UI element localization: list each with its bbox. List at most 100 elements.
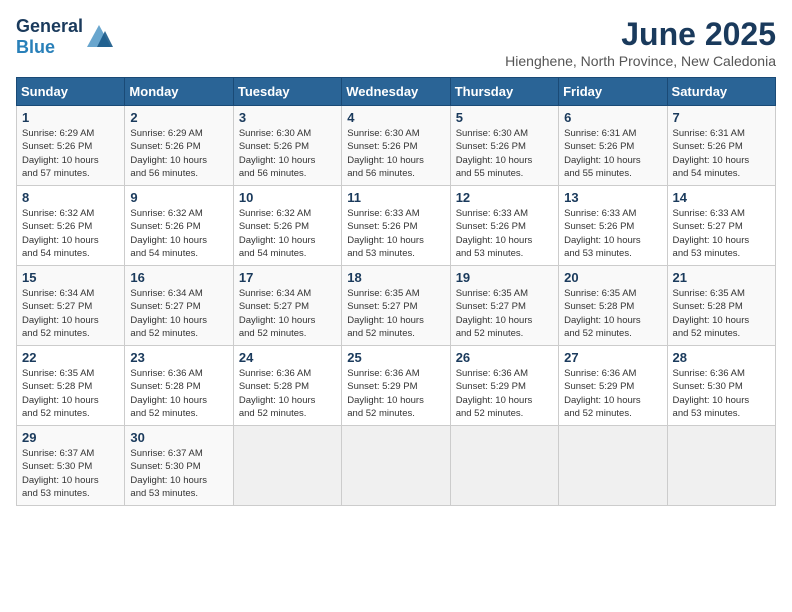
day-number: 22 [22,350,119,365]
calendar-day-cell: 28Sunrise: 6:36 AM Sunset: 5:30 PM Dayli… [667,346,775,426]
day-number: 28 [673,350,770,365]
day-number: 24 [239,350,336,365]
day-content: Sunrise: 6:33 AM Sunset: 5:26 PM Dayligh… [564,207,661,260]
day-number: 12 [456,190,553,205]
day-number: 7 [673,110,770,125]
logo: General Blue [16,16,113,58]
day-number: 16 [130,270,227,285]
calendar-day-cell [450,426,558,506]
weekday-header: Wednesday [342,78,450,106]
calendar-day-cell: 29 Sunrise: 6:37 AM Sunset: 5:30 PM Dayli… [17,426,125,506]
weekday-header: Saturday [667,78,775,106]
day-content: Sunrise: 6:32 AM Sunset: 5:26 PM Dayligh… [130,207,227,260]
day-number: 14 [673,190,770,205]
calendar-day-cell: 17Sunrise: 6:34 AM Sunset: 5:27 PM Dayli… [233,266,341,346]
calendar-day-cell: 2 Sunrise: 6:29 AM Sunset: 5:26 PM Daylig… [125,106,233,186]
day-number: 15 [22,270,119,285]
day-content: Sunrise: 6:36 AM Sunset: 5:29 PM Dayligh… [564,367,661,420]
calendar-day-cell: 15 Sunrise: 6:34 AM Sunset: 5:27 PM Dayli… [17,266,125,346]
logo-blue: Blue [16,37,55,57]
calendar-day-cell: 16 Sunrise: 6:34 AM Sunset: 5:27 PM Dayli… [125,266,233,346]
day-number: 5 [456,110,553,125]
day-content: Sunrise: 6:31 AM Sunset: 5:26 PM Dayligh… [564,127,661,180]
day-number: 29 [22,430,119,445]
day-number: 19 [456,270,553,285]
day-number: 27 [564,350,661,365]
day-content: Sunrise: 6:29 AM Sunset: 5:26 PM Dayligh… [130,127,227,180]
day-number: 21 [673,270,770,285]
day-number: 26 [456,350,553,365]
day-content: Sunrise: 6:33 AM Sunset: 5:27 PM Dayligh… [673,207,770,260]
location-subtitle: Hienghene, North Province, New Caledonia [505,53,776,69]
calendar-day-cell: 9 Sunrise: 6:32 AM Sunset: 5:26 PM Daylig… [125,186,233,266]
day-content: Sunrise: 6:35 AM Sunset: 5:28 PM Dayligh… [673,287,770,340]
day-content: Sunrise: 6:37 AM Sunset: 5:30 PM Dayligh… [22,447,119,500]
calendar-week-row: 8 Sunrise: 6:32 AM Sunset: 5:26 PM Daylig… [17,186,776,266]
logo-icon [85,23,113,51]
day-content: Sunrise: 6:31 AM Sunset: 5:26 PM Dayligh… [673,127,770,180]
day-number: 1 [22,110,119,125]
calendar-day-cell: 3 Sunrise: 6:30 AM Sunset: 5:26 PM Daylig… [233,106,341,186]
calendar-day-cell: 13Sunrise: 6:33 AM Sunset: 5:26 PM Dayli… [559,186,667,266]
day-content: Sunrise: 6:36 AM Sunset: 5:29 PM Dayligh… [456,367,553,420]
day-number: 8 [22,190,119,205]
day-content: Sunrise: 6:33 AM Sunset: 5:26 PM Dayligh… [347,207,444,260]
calendar-day-cell: 25 Sunrise: 6:36 AM Sunset: 5:29 PM Dayli… [342,346,450,426]
day-number: 4 [347,110,444,125]
calendar-day-cell [342,426,450,506]
weekday-header: Sunday [17,78,125,106]
day-content: Sunrise: 6:34 AM Sunset: 5:27 PM Dayligh… [130,287,227,340]
calendar-day-cell: 21 Sunrise: 6:35 AM Sunset: 5:28 PM Dayli… [667,266,775,346]
weekday-header: Thursday [450,78,558,106]
calendar-day-cell: 18Sunrise: 6:35 AM Sunset: 5:27 PM Dayli… [342,266,450,346]
calendar-week-row: 29 Sunrise: 6:37 AM Sunset: 5:30 PM Dayli… [17,426,776,506]
calendar-week-row: 1 Sunrise: 6:29 AM Sunset: 5:26 PM Daylig… [17,106,776,186]
calendar-day-cell: 7 Sunrise: 6:31 AM Sunset: 5:26 PM Daylig… [667,106,775,186]
calendar-day-cell: 26 Sunrise: 6:36 AM Sunset: 5:29 PM Dayli… [450,346,558,426]
day-number: 3 [239,110,336,125]
page-header: General Blue June 2025 Hienghene, North … [16,16,776,69]
day-number: 30 [130,430,227,445]
calendar-day-cell: 30Sunrise: 6:37 AM Sunset: 5:30 PM Dayli… [125,426,233,506]
calendar-day-cell: 4 Sunrise: 6:30 AM Sunset: 5:26 PM Daylig… [342,106,450,186]
calendar-day-cell: 8Sunrise: 6:32 AM Sunset: 5:26 PM Daylig… [17,186,125,266]
calendar-week-row: 15 Sunrise: 6:34 AM Sunset: 5:27 PM Dayli… [17,266,776,346]
calendar-day-cell: 19 Sunrise: 6:35 AM Sunset: 5:27 PM Dayli… [450,266,558,346]
day-number: 20 [564,270,661,285]
calendar-day-cell: 6Sunrise: 6:31 AM Sunset: 5:26 PM Daylig… [559,106,667,186]
day-content: Sunrise: 6:36 AM Sunset: 5:28 PM Dayligh… [239,367,336,420]
day-content: Sunrise: 6:36 AM Sunset: 5:28 PM Dayligh… [130,367,227,420]
calendar-day-cell [559,426,667,506]
day-number: 25 [347,350,444,365]
day-content: Sunrise: 6:30 AM Sunset: 5:26 PM Dayligh… [239,127,336,180]
day-content: Sunrise: 6:35 AM Sunset: 5:28 PM Dayligh… [564,287,661,340]
day-number: 10 [239,190,336,205]
calendar-day-cell: 14 Sunrise: 6:33 AM Sunset: 5:27 PM Dayli… [667,186,775,266]
day-number: 17 [239,270,336,285]
day-content: Sunrise: 6:35 AM Sunset: 5:27 PM Dayligh… [456,287,553,340]
calendar-day-cell [667,426,775,506]
calendar-day-cell: 1 Sunrise: 6:29 AM Sunset: 5:26 PM Daylig… [17,106,125,186]
day-number: 2 [130,110,227,125]
calendar-day-cell: 24 Sunrise: 6:36 AM Sunset: 5:28 PM Dayli… [233,346,341,426]
calendar-day-cell [233,426,341,506]
weekday-header: Friday [559,78,667,106]
weekday-header-row: SundayMondayTuesdayWednesdayThursdayFrid… [17,78,776,106]
day-content: Sunrise: 6:33 AM Sunset: 5:26 PM Dayligh… [456,207,553,260]
day-number: 23 [130,350,227,365]
day-content: Sunrise: 6:36 AM Sunset: 5:29 PM Dayligh… [347,367,444,420]
calendar-day-cell: 12 Sunrise: 6:33 AM Sunset: 5:26 PM Dayli… [450,186,558,266]
day-content: Sunrise: 6:30 AM Sunset: 5:26 PM Dayligh… [347,127,444,180]
day-number: 11 [347,190,444,205]
calendar-day-cell: 5 Sunrise: 6:30 AM Sunset: 5:26 PM Daylig… [450,106,558,186]
day-content: Sunrise: 6:34 AM Sunset: 5:27 PM Dayligh… [22,287,119,340]
day-number: 9 [130,190,227,205]
calendar-day-cell: 20 Sunrise: 6:35 AM Sunset: 5:28 PM Dayli… [559,266,667,346]
calendar-day-cell: 22 Sunrise: 6:35 AM Sunset: 5:28 PM Dayli… [17,346,125,426]
day-content: Sunrise: 6:35 AM Sunset: 5:28 PM Dayligh… [22,367,119,420]
day-content: Sunrise: 6:29 AM Sunset: 5:26 PM Dayligh… [22,127,119,180]
day-content: Sunrise: 6:30 AM Sunset: 5:26 PM Dayligh… [456,127,553,180]
weekday-header: Tuesday [233,78,341,106]
month-title: June 2025 [505,16,776,53]
day-number: 18 [347,270,444,285]
